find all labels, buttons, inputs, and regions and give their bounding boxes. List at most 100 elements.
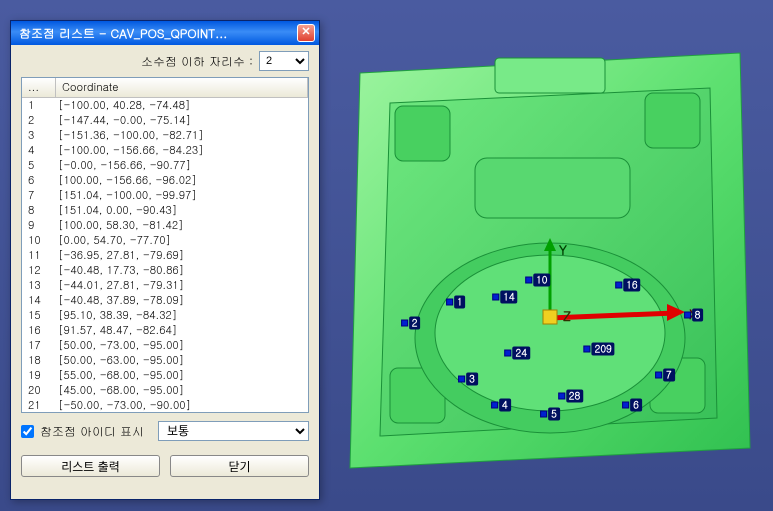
- point-square-icon: [446, 298, 453, 305]
- row-coordinate: [-40.48, 17.73, -80.86]: [56, 263, 308, 278]
- point-id-label: 4: [499, 398, 511, 411]
- point-marker[interactable]: 1: [446, 295, 466, 308]
- row-coordinate: [151.04, 0.00, -90.43]: [56, 203, 308, 218]
- coordinate-list[interactable]: ... Coordinate 1[-100.00, 40.28, -74.48]…: [21, 77, 309, 413]
- point-id-label: 2: [409, 317, 421, 330]
- point-square-icon: [584, 346, 591, 353]
- point-marker[interactable]: 8: [684, 308, 704, 321]
- list-item[interactable]: 10[0.00, 54.70, -77.70]: [22, 233, 308, 248]
- list-header: ... Coordinate: [22, 78, 308, 98]
- row-coordinate: [151.04, -100.00, -99.97]: [56, 188, 308, 203]
- close-button[interactable]: 닫기: [170, 455, 309, 477]
- list-item[interactable]: 17[50.00, -73.00, -95.00]: [22, 338, 308, 353]
- print-list-button[interactable]: 리스트 출력: [21, 455, 160, 477]
- row-coordinate: [95.10, 38.39, -84.32]: [56, 308, 308, 323]
- point-marker[interactable]: 3: [458, 373, 478, 386]
- point-marker[interactable]: 7: [655, 368, 675, 381]
- list-item[interactable]: 12[-40.48, 17.73, -80.86]: [22, 263, 308, 278]
- point-square-icon: [401, 320, 408, 327]
- list-item[interactable]: 6[100.00, -156.66, -96.02]: [22, 173, 308, 188]
- row-coordinate: [-100.00, 40.28, -74.48]: [56, 98, 308, 113]
- list-item[interactable]: 9[100.00, 58.30, -81.42]: [22, 218, 308, 233]
- row-index: 11: [22, 248, 56, 263]
- point-id-label: 28: [566, 390, 583, 403]
- list-item[interactable]: 11[-36.95, 27.81, -79.69]: [22, 248, 308, 263]
- point-marker[interactable]: 14: [492, 291, 517, 304]
- row-index: 10: [22, 233, 56, 248]
- point-marker[interactable]: 10: [525, 274, 550, 287]
- list-item[interactable]: 7[151.04, -100.00, -99.97]: [22, 188, 308, 203]
- row-coordinate: [-100.00, -156.66, -84.23]: [56, 143, 308, 158]
- point-marker[interactable]: 16: [615, 278, 640, 291]
- viewport-3d[interactable]: Y X Z 123456781014162428209: [332, 0, 773, 511]
- row-coordinate: [100.00, 58.30, -81.42]: [56, 218, 308, 233]
- list-item[interactable]: 20[45.00, -68.00, -95.00]: [22, 383, 308, 398]
- point-marker[interactable]: 4: [491, 398, 511, 411]
- point-id-label: 14: [500, 291, 517, 304]
- row-index: 5: [22, 158, 56, 173]
- display-mode-select[interactable]: 보통: [158, 421, 309, 441]
- axis-label-z: Z: [563, 306, 571, 325]
- row-coordinate: [-147.44, -0.00, -75.14]: [56, 113, 308, 128]
- point-marker[interactable]: 2: [401, 317, 421, 330]
- row-coordinate: [-50.00, -73.00, -90.00]: [56, 398, 308, 413]
- point-id-label: 5: [548, 407, 560, 420]
- list-item[interactable]: 8[151.04, 0.00, -90.43]: [22, 203, 308, 218]
- list-item[interactable]: 3[-151.36, -100.00, -82.71]: [22, 128, 308, 143]
- row-coordinate: [50.00, -73.00, -95.00]: [56, 338, 308, 353]
- list-item[interactable]: 13[-44.01, 27.81, -79.31]: [22, 278, 308, 293]
- point-id-label: 1: [454, 295, 466, 308]
- list-body: 1[-100.00, 40.28, -74.48]2[-147.44, -0.0…: [22, 98, 308, 413]
- axis-label-y: Y: [559, 240, 567, 259]
- titlebar[interactable]: 참조점 리스트 - CAV_POS_QPOINT... ✕: [11, 21, 319, 45]
- close-icon[interactable]: ✕: [297, 24, 315, 42]
- point-id-label: 10: [533, 274, 550, 287]
- point-square-icon: [504, 350, 511, 357]
- point-marker[interactable]: 24: [504, 347, 529, 360]
- point-square-icon: [540, 410, 547, 417]
- point-square-icon: [622, 401, 629, 408]
- row-index: 6: [22, 173, 56, 188]
- row-coordinate: [-0.00, -156.66, -90.77]: [56, 158, 308, 173]
- point-marker[interactable]: 28: [558, 390, 583, 403]
- point-id-label: 209: [592, 343, 615, 356]
- point-marker[interactable]: 209: [584, 343, 615, 356]
- row-coordinate: [-36.95, 27.81, -79.69]: [56, 248, 308, 263]
- row-index: 18: [22, 353, 56, 368]
- header-coordinate[interactable]: Coordinate: [56, 78, 308, 97]
- point-square-icon: [458, 376, 465, 383]
- list-item[interactable]: 5[-0.00, -156.66, -90.77]: [22, 158, 308, 173]
- row-coordinate: [0.00, 54.70, -77.70]: [56, 233, 308, 248]
- decimal-places-select[interactable]: 2: [259, 51, 309, 71]
- reference-point-list-dialog: 참조점 리스트 - CAV_POS_QPOINT... ✕ 소수점 이하 자리수…: [10, 20, 320, 500]
- list-item[interactable]: 16[91.57, 48.47, -82.64]: [22, 323, 308, 338]
- list-item[interactable]: 21[-50.00, -73.00, -90.00]: [22, 398, 308, 413]
- list-item[interactable]: 14[-40.48, 37.89, -78.09]: [22, 293, 308, 308]
- cad-part: Y X Z 123456781014162428209: [345, 48, 755, 478]
- point-square-icon: [558, 393, 565, 400]
- row-index: 7: [22, 188, 56, 203]
- row-index: 21: [22, 398, 56, 413]
- list-item[interactable]: 19[55.00, -68.00, -95.00]: [22, 368, 308, 383]
- point-id-label: 7: [663, 368, 675, 381]
- point-id-label: 16: [623, 278, 640, 291]
- list-item[interactable]: 2[-147.44, -0.00, -75.14]: [22, 113, 308, 128]
- point-marker[interactable]: 6: [622, 398, 642, 411]
- row-coordinate: [50.00, -63.00, -95.00]: [56, 353, 308, 368]
- row-index: 2: [22, 113, 56, 128]
- row-index: 14: [22, 293, 56, 308]
- point-id-label: 6: [630, 398, 642, 411]
- point-square-icon: [491, 401, 498, 408]
- list-item[interactable]: 4[-100.00, -156.66, -84.23]: [22, 143, 308, 158]
- row-coordinate: [45.00, -68.00, -95.00]: [56, 383, 308, 398]
- list-item[interactable]: 1[-100.00, 40.28, -74.48]: [22, 98, 308, 113]
- list-item[interactable]: 15[95.10, 38.39, -84.32]: [22, 308, 308, 323]
- point-marker[interactable]: 5: [540, 407, 560, 420]
- point-id-label: 24: [512, 347, 529, 360]
- header-index[interactable]: ...: [22, 78, 56, 97]
- display-options-row: 참조점 아이디 표시 보통: [11, 413, 319, 449]
- list-item[interactable]: 18[50.00, -63.00, -95.00]: [22, 353, 308, 368]
- point-id-label: 3: [466, 373, 478, 386]
- show-id-label[interactable]: 참조점 아이디 표시: [40, 423, 144, 440]
- show-id-checkbox[interactable]: [21, 425, 34, 438]
